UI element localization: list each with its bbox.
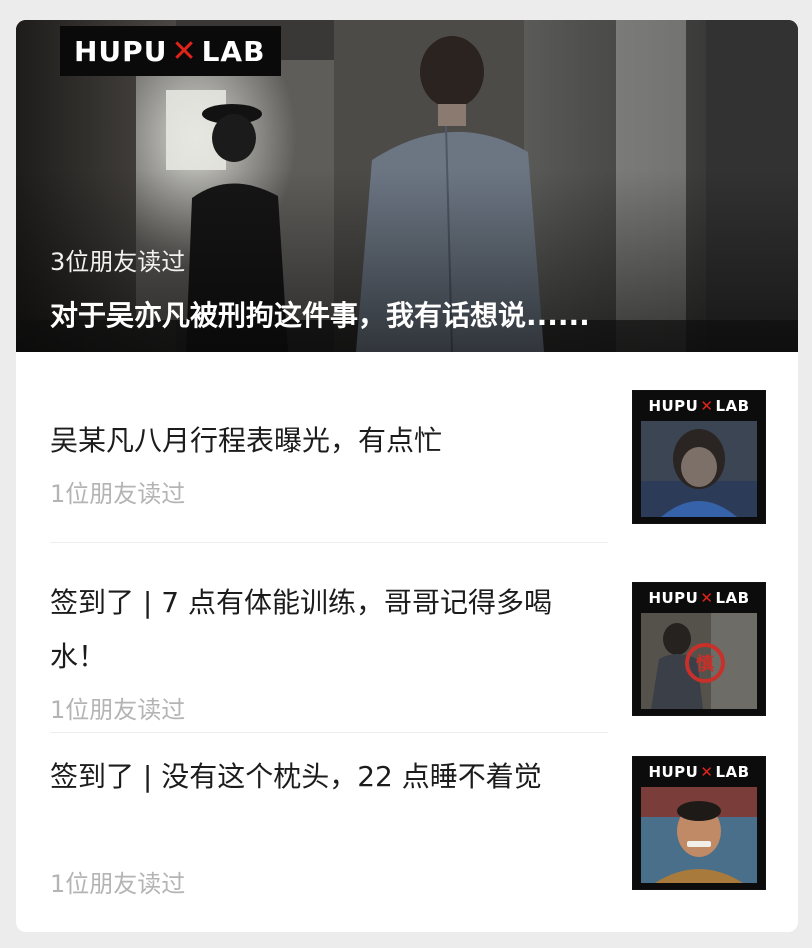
thumbnail-image: 慎 — [641, 613, 757, 709]
hupu-lab-logo: HUPU ✕ LAB — [648, 763, 750, 781]
logo-x-icon: ✕ — [171, 33, 198, 69]
thumbnail-image — [641, 421, 757, 517]
list-item[interactable]: 签到了 | 7 点有体能训练，哥哥记得多喝水！ 1位朋友读过 HUPU ✕ LA… — [16, 548, 798, 734]
logo-x-icon: ✕ — [700, 397, 714, 415]
list-item[interactable]: 签到了 | 没有这个枕头，22 点睡不着觉 1位朋友读过 HUPU ✕ LAB — [16, 734, 798, 932]
logo-text-right: LAB — [201, 34, 266, 68]
hupu-lab-logo: HUPU ✕ LAB — [648, 397, 750, 415]
article-thumbnail[interactable]: HUPU ✕ LAB — [632, 390, 766, 524]
article-title[interactable]: 签到了 | 7 点有体能训练，哥哥记得多喝水！ — [50, 576, 596, 684]
article-title[interactable]: 签到了 | 没有这个枕头，22 点睡不着觉 — [50, 750, 596, 804]
divider — [50, 542, 608, 543]
article-thumbnail[interactable]: HUPU ✕ LAB 慎 — [632, 582, 766, 716]
list-item[interactable]: 吴某凡八月行程表曝光，有点忙 1位朋友读过 HUPU ✕ LAB — [16, 352, 798, 548]
logo-x-icon: ✕ — [700, 589, 714, 607]
thumbnail-image — [641, 787, 757, 883]
article-list-card: HUPU ✕ LAB 3位朋友读过 对于吴亦凡被刑拘这件事，我有话想说.....… — [16, 20, 798, 932]
article-readers: 1位朋友读过 — [50, 480, 186, 508]
logo-text-left: HUPU — [74, 34, 168, 68]
article-title[interactable]: 吴某凡八月行程表曝光，有点忙 — [50, 414, 596, 468]
article-readers: 1位朋友读过 — [50, 870, 186, 898]
divider — [50, 732, 608, 733]
hero-title[interactable]: 对于吴亦凡被刑拘这件事，我有话想说...... — [50, 294, 590, 334]
stamp-text: 慎 — [696, 653, 714, 675]
logo-x-icon: ✕ — [700, 763, 714, 781]
hero-article[interactable]: HUPU ✕ LAB 3位朋友读过 对于吴亦凡被刑拘这件事，我有话想说.....… — [16, 20, 798, 352]
article-readers: 1位朋友读过 — [50, 696, 186, 724]
article-thumbnail[interactable]: HUPU ✕ LAB — [632, 756, 766, 890]
hero-readers-count: 3位朋友读过 — [50, 248, 186, 276]
hupu-lab-logo: HUPU ✕ LAB — [60, 26, 282, 76]
hupu-lab-logo: HUPU ✕ LAB — [648, 589, 750, 607]
